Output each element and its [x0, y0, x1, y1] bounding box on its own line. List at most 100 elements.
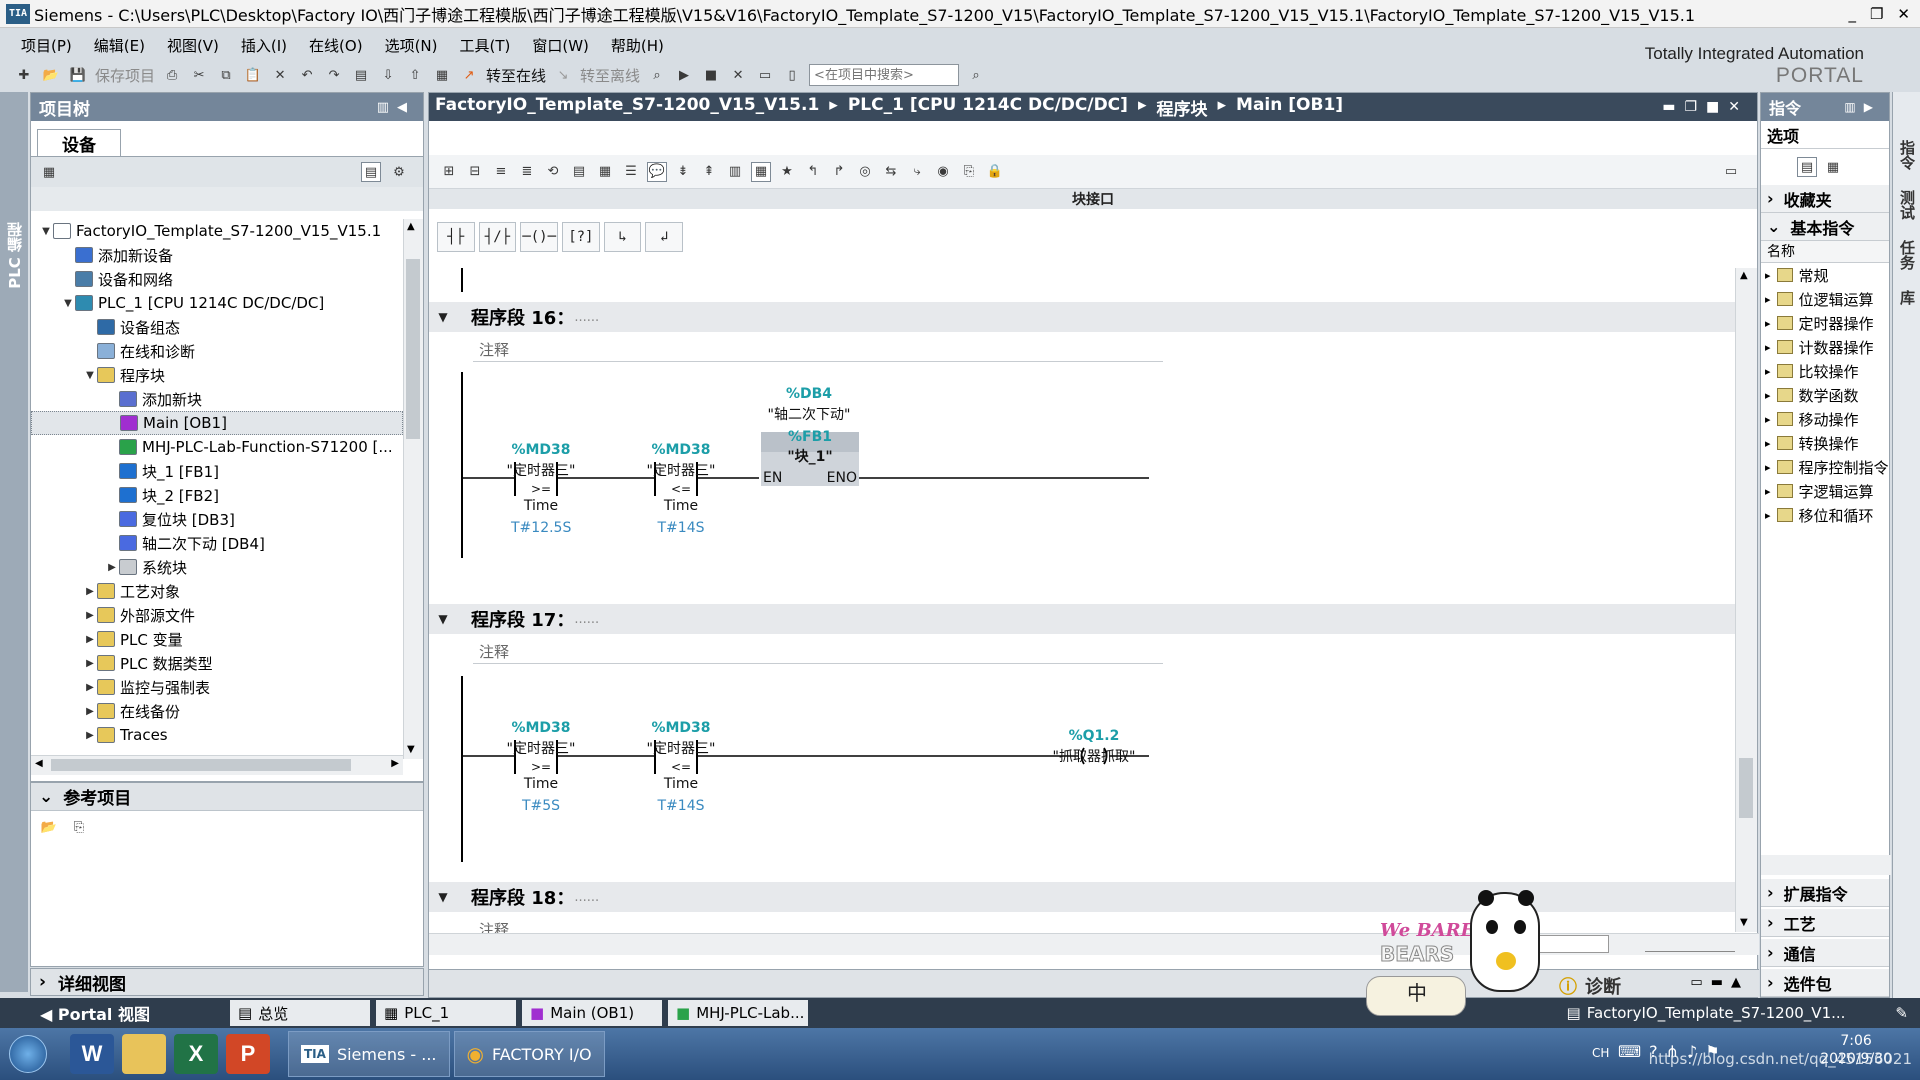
word-icon[interactable]: W [70, 1034, 114, 1074]
network-16-comment[interactable]: 注释 [473, 336, 1163, 362]
instruction-folder[interactable]: ▸ 比较操作 [1761, 359, 1889, 383]
tree-item[interactable]: 在线和诊断 [31, 339, 403, 363]
simulation-icon[interactable]: ▦ [432, 65, 452, 85]
menu-edit[interactable]: 编辑(E) [83, 35, 156, 56]
expand-right-icon[interactable]: ▶ [105, 562, 119, 573]
go-offline-icon[interactable]: ↘ [553, 65, 573, 85]
expand-right-icon[interactable]: ▸ [1765, 413, 1771, 426]
tree-item[interactable]: ▶ Traces [31, 723, 403, 747]
tree-item[interactable]: 设备和网络 [31, 267, 403, 291]
menu-view[interactable]: 视图(V) [156, 35, 230, 56]
accessible-devices-icon[interactable]: ⌕ [647, 65, 667, 85]
start-cpu-icon[interactable]: ▶ [674, 65, 694, 85]
delete-icon[interactable]: ✕ [270, 65, 290, 85]
expand-right-icon[interactable]: ▸ [1765, 485, 1771, 498]
file-explorer-icon[interactable] [122, 1034, 166, 1074]
editor-minimize-icon[interactable]: ▬ [1662, 99, 1684, 115]
tree-option-icon[interactable]: ⚙ [389, 162, 409, 182]
tab-testing[interactable]: 测试 [1897, 190, 1918, 220]
tree-item[interactable]: Main [OB1] [31, 411, 403, 435]
tree-item[interactable]: ▶ PLC 数据类型 [31, 651, 403, 675]
tree-item[interactable]: 添加新设备 [31, 243, 403, 267]
tree-item[interactable]: ▼ FactoryIO_Template_S7-1200_V15_V15.1 [31, 219, 403, 243]
instruction-folder[interactable]: ▸ 转换操作 [1761, 431, 1889, 455]
tab-instructions[interactable]: 指令 [1897, 140, 1918, 170]
panel-pin-icon[interactable]: ▥ [377, 100, 397, 115]
insert-network-icon[interactable]: ⊞ [439, 162, 459, 182]
expand-right-icon[interactable]: ▶ [83, 730, 97, 741]
network-16-header[interactable]: ▼ 程序段 16： ...... [429, 302, 1735, 332]
instruction-folder[interactable]: ▸ 移动操作 [1761, 407, 1889, 431]
language-indicator[interactable]: CH [1592, 1046, 1609, 1060]
coil-icon[interactable]: ─()─ [520, 222, 559, 252]
tree-item[interactable]: ▶ 工艺对象 [31, 579, 403, 603]
tab-tasks[interactable]: 任务 [1897, 240, 1918, 270]
menu-options[interactable]: 选项(N) [374, 35, 449, 56]
cut-icon[interactable]: ✂ [189, 65, 209, 85]
expand-right-icon[interactable]: ▸ [1765, 365, 1771, 378]
excel-icon[interactable]: X [174, 1034, 218, 1074]
collapse-right-icon[interactable]: ▶ [1864, 100, 1881, 114]
expand-right-icon[interactable]: ▶ [83, 706, 97, 717]
panel-float-icon[interactable]: ▥ [1844, 100, 1863, 114]
comments-icon[interactable]: 💬 [647, 161, 667, 182]
network-17-header[interactable]: ▼ 程序段 17： ...... [429, 604, 1735, 634]
instructions-hscroll[interactable] [1761, 855, 1891, 875]
tree-item[interactable]: ▶ 外部源文件 [31, 603, 403, 627]
no-contact-icon[interactable]: ┤├ [437, 222, 475, 252]
tree-item[interactable]: ▶ PLC 变量 [31, 627, 403, 651]
menu-project[interactable]: 项目(P) [10, 35, 83, 56]
reference-projects-header[interactable]: ⌄ 参考项目 [31, 783, 423, 811]
menu-help[interactable]: 帮助(H) [600, 35, 675, 56]
nc-contact-icon[interactable]: ┤/├ [478, 222, 517, 252]
expand-right-icon[interactable]: ▸ [1765, 269, 1771, 282]
detail-view-icon[interactable]: ▤ [361, 162, 381, 182]
favorites-section[interactable]: › 收藏夹 [1761, 185, 1889, 213]
close-all-networks-icon[interactable]: ⇞ [699, 162, 719, 182]
expand-right-icon[interactable]: ▸ [1765, 461, 1771, 474]
start-button[interactable] [0, 1028, 56, 1080]
devices-tab[interactable]: 设备 [37, 129, 121, 157]
print-icon[interactable]: ⎙ [162, 65, 182, 85]
open-reference-icon[interactable]: 📂 [39, 817, 59, 837]
detail-view-header[interactable]: › 详细视图 [30, 968, 424, 996]
empty-box-icon[interactable]: [?] [562, 222, 600, 252]
restore-button[interactable]: ❐ [1870, 5, 1883, 23]
reset-icon[interactable]: ⟲ [543, 162, 563, 182]
next-bookmark-icon[interactable]: ↱ [829, 162, 849, 182]
stop-cpu-icon[interactable]: ■ [701, 65, 721, 85]
optional-packages-section[interactable]: › 选件包 [1761, 969, 1889, 997]
tree-item[interactable]: 复位块 [DB3] [31, 507, 403, 531]
breadcrumb-project[interactable]: FactoryIO_Template_S7-1200_V15_V15.1 [435, 95, 819, 120]
info-icon[interactable]: ⓘ [1559, 973, 1577, 999]
watch-icon[interactable]: ◉ [933, 162, 953, 182]
instruction-folder[interactable]: ▸ 程序控制指令 [1761, 455, 1889, 479]
tree-item[interactable]: ▶ 监控与强制表 [31, 675, 403, 699]
expand-right-icon[interactable]: ▶ [83, 658, 97, 669]
keyboard-icon[interactable]: ⌨ [1618, 1042, 1641, 1061]
compile-icon[interactable]: ▤ [351, 65, 371, 85]
open-all-networks-icon[interactable]: ⇟ [673, 162, 693, 182]
project-search-input[interactable] [809, 64, 960, 86]
breadcrumb-main[interactable]: Main [OB1] [1236, 95, 1343, 120]
pen-icon[interactable]: ✎ [1895, 1004, 1908, 1022]
tab-libraries[interactable]: 库 [1897, 290, 1918, 305]
collapse-network-icon[interactable]: ▼ [429, 890, 457, 904]
split-editor-icon[interactable]: ▭ [1721, 162, 1741, 182]
insert-row-icon[interactable]: ≡ [491, 162, 511, 182]
instruction-folder[interactable]: ▸ 移位和循环 [1761, 503, 1889, 527]
communication-section[interactable]: › 通信 [1761, 939, 1889, 967]
call-structure-icon[interactable]: ⤷ [907, 162, 927, 182]
favorites-icon[interactable]: ▦ [595, 162, 615, 182]
expand-right-icon[interactable]: ▸ [1765, 317, 1771, 330]
expand-right-icon[interactable]: ▶ [83, 610, 97, 621]
tree-item[interactable]: ▶设备代理数据 [31, 747, 403, 749]
show-all-icon[interactable]: ▥ [725, 162, 745, 182]
network-17-comment[interactable]: 注释 [473, 638, 1163, 664]
zoom-slider[interactable] [1645, 936, 1735, 952]
expand-right-icon[interactable]: ▸ [1765, 389, 1771, 402]
tree-item[interactable]: ▶ 在线备份 [31, 699, 403, 723]
mhj-lab-tab[interactable]: ■ MHJ-PLC-Lab... [668, 1000, 808, 1026]
snapshot-icon[interactable]: ⎘ [959, 162, 979, 182]
collapse-network-icon[interactable]: ▼ [429, 612, 457, 626]
